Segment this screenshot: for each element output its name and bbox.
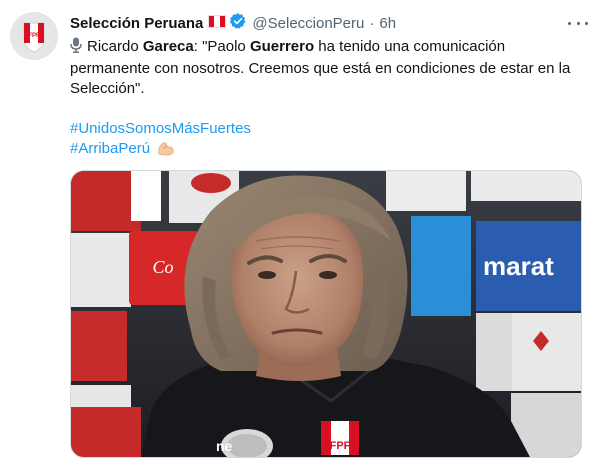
jersey-letters: FPF	[330, 440, 351, 452]
hashtag-link[interactable]: #UnidosSomosMásFuertes	[70, 120, 251, 137]
tweet-text-part: Ricardo	[87, 38, 143, 55]
meta-separator: ·	[369, 14, 375, 32]
hashtag-list: #UnidosSomosMásFuertes #ArribaPerú	[70, 119, 588, 162]
verified-badge-icon	[229, 12, 247, 34]
svg-text:Co: Co	[152, 257, 173, 277]
tweet-text-part: : "Paolo	[193, 38, 250, 55]
fpf-crest-icon: FPF	[10, 12, 58, 60]
tweet-text: Ricardo Gareca: "Paolo Guerrero ha tenid…	[70, 37, 588, 99]
tweet-media-photo[interactable]: Co marat FPF ne	[70, 170, 582, 458]
microphone-icon	[70, 37, 82, 59]
avatar-letters: FPF	[28, 33, 40, 39]
more-dot	[576, 21, 580, 25]
display-name[interactable]: Selección Peruana	[70, 15, 203, 32]
peru-flag-icon	[208, 14, 227, 32]
account-handle[interactable]: @SeleccionPeru	[252, 15, 364, 32]
hashtag-link[interactable]: #ArribaPerú	[70, 140, 150, 157]
press-conference-photo: Co marat FPF ne	[71, 171, 581, 457]
tweet-text-bold-guerrero: Guerrero	[249, 38, 315, 55]
more-options-icon[interactable]	[568, 16, 588, 30]
tweet-text-bold-gareca: Gareca	[142, 38, 194, 55]
flexed-biceps-icon	[157, 140, 175, 162]
more-dot	[585, 21, 588, 25]
tweet-card[interactable]: FPF Selección Peruana @SeleccionPeru · 6…	[0, 0, 600, 464]
more-dot	[568, 21, 571, 25]
svg-text:ne: ne	[216, 438, 233, 454]
tweet-time[interactable]: 6h	[379, 15, 396, 32]
tweet-content: Selección Peruana @SeleccionPeru · 6h Ri…	[70, 12, 588, 162]
tweet-header: Selección Peruana @SeleccionPeru · 6h	[70, 12, 588, 34]
avatar[interactable]: FPF	[10, 12, 58, 60]
sponsor-text: marat	[483, 251, 554, 281]
